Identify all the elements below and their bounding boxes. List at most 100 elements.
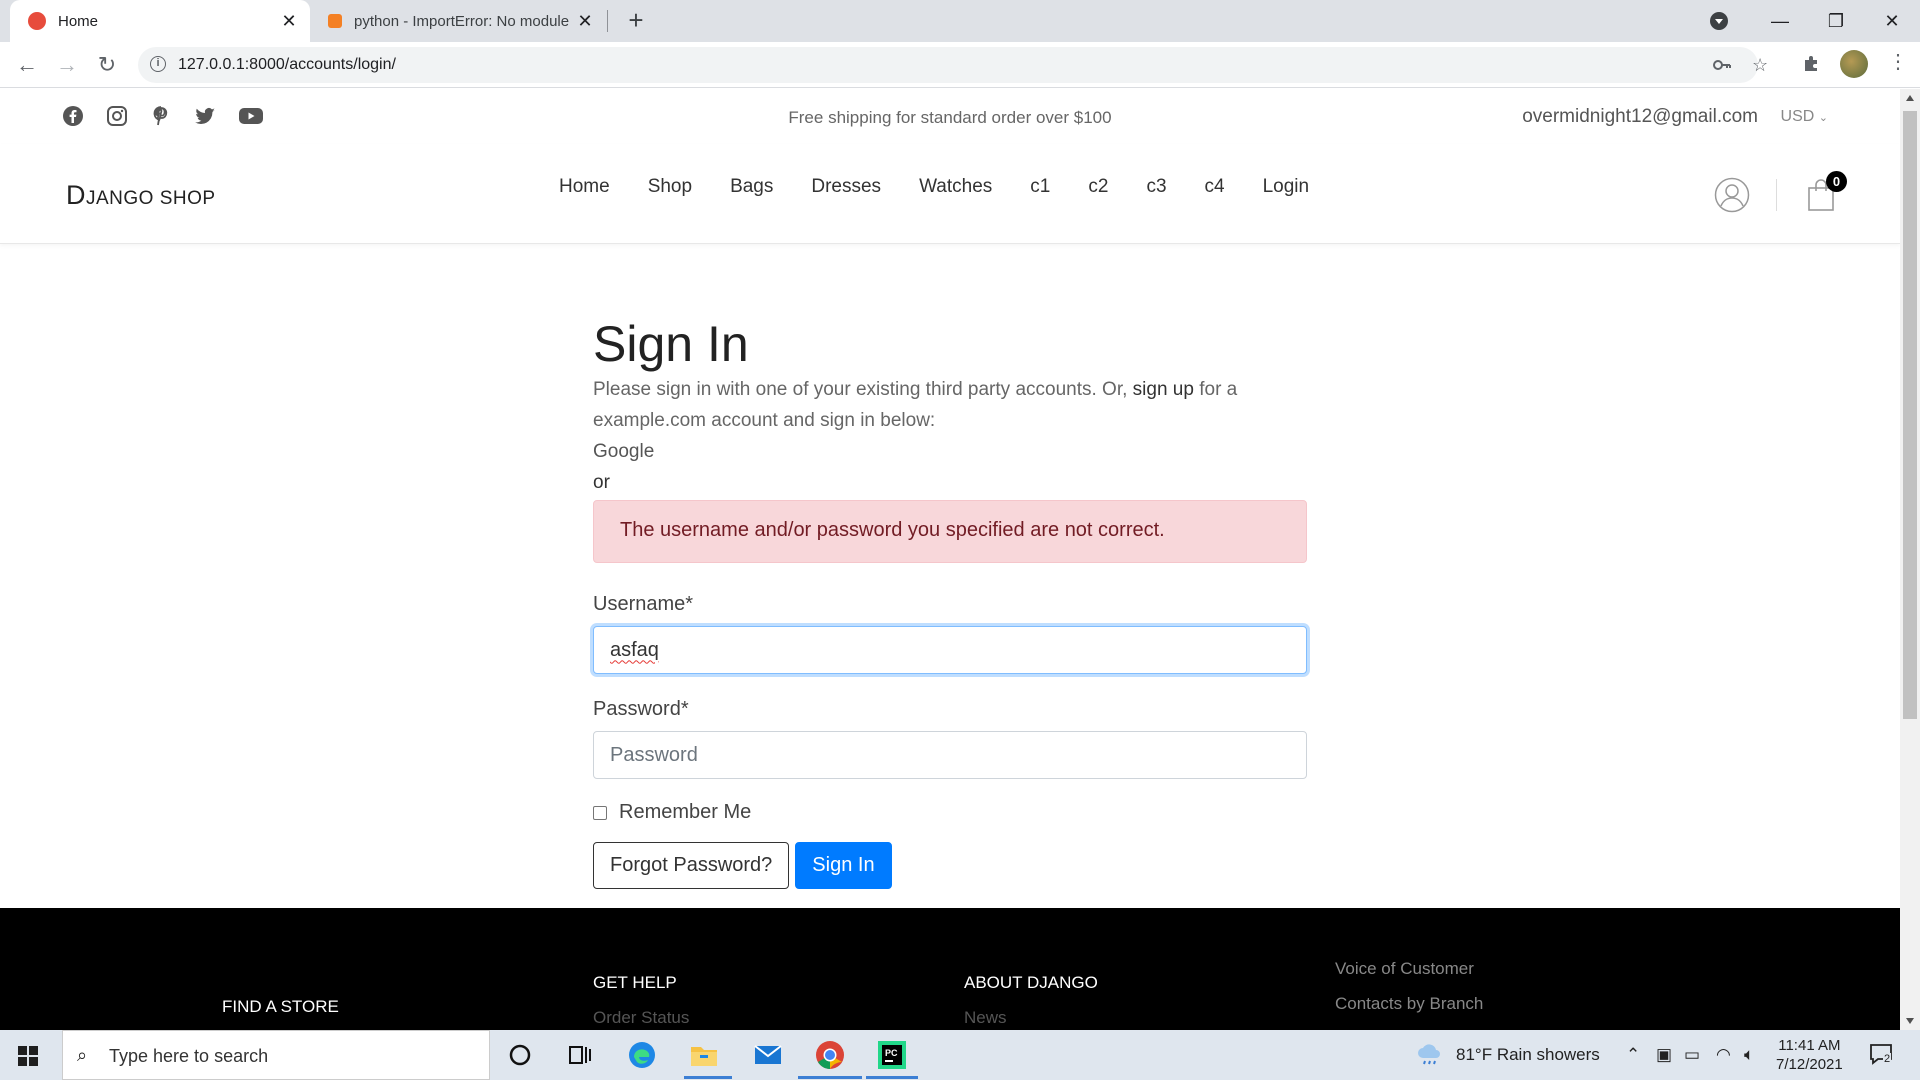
back-icon[interactable]: ←	[12, 50, 42, 80]
windows-start-icon[interactable]	[18, 1046, 38, 1066]
nav-c4[interactable]: c4	[1205, 176, 1225, 198]
footer-contacts-link[interactable]: Contacts by Branch	[1335, 994, 1483, 1014]
weather-icon[interactable]	[1416, 1042, 1444, 1071]
profile-avatar[interactable]	[1840, 50, 1868, 78]
scroll-down-icon[interactable]	[1906, 1018, 1914, 1024]
signin-intro: Please sign in with one of your existing…	[593, 374, 1307, 436]
new-tab-button[interactable]: +	[622, 6, 650, 34]
footer-news-link[interactable]: News	[964, 1008, 1007, 1028]
favicon-red-dot-icon	[28, 12, 46, 30]
key-icon[interactable]	[1712, 55, 1732, 80]
login-form-container: Sign In Please sign in with one of your …	[593, 314, 1307, 889]
username-input[interactable]: asfaq	[593, 626, 1307, 674]
password-placeholder: Password	[610, 743, 698, 766]
page-scrollbar[interactable]	[1900, 89, 1920, 1030]
address-bar[interactable]: i 127.0.0.1:8000/accounts/login/ ☆	[138, 47, 1768, 83]
scrollbar-thumb[interactable]	[1903, 111, 1917, 719]
browser-menu-icon[interactable]: ⋮	[1888, 52, 1908, 72]
forgot-password-button[interactable]: Forgot Password?	[593, 842, 790, 889]
site-info-icon[interactable]: i	[150, 56, 166, 72]
password-input[interactable]: Password	[593, 731, 1307, 779]
footer-voice-link[interactable]: Voice of Customer	[1335, 959, 1474, 979]
browser-tab-strip: Home ✕ python - ImportError: No module ✕…	[0, 0, 1920, 42]
chrome-icon[interactable]	[814, 1039, 846, 1071]
reload-icon[interactable]: ↻	[92, 50, 122, 80]
or-separator: or	[593, 472, 610, 493]
nav-dresses[interactable]: Dresses	[811, 176, 881, 198]
close-window-button[interactable]: ✕	[1864, 11, 1920, 32]
wifi-icon[interactable]: ◠	[1716, 1045, 1731, 1065]
weather-text[interactable]: 81°F Rain showers	[1456, 1045, 1600, 1065]
nav-watches[interactable]: Watches	[919, 176, 992, 198]
close-tab-icon[interactable]: ✕	[576, 11, 594, 32]
battery-icon[interactable]: ▭	[1684, 1045, 1700, 1065]
google-provider-link[interactable]: Google	[593, 436, 1307, 467]
remember-me: Remember Me	[593, 801, 1307, 824]
browser-toolbar: ← → ↻ i 127.0.0.1:8000/accounts/login/ ☆…	[0, 42, 1920, 88]
nav-home[interactable]: Home	[559, 176, 610, 198]
scroll-up-icon[interactable]	[1906, 95, 1914, 101]
meet-now-icon[interactable]: ▣	[1656, 1045, 1672, 1065]
chevron-up-icon[interactable]: ⌃	[1626, 1045, 1640, 1065]
extensions-icon[interactable]	[1802, 53, 1822, 78]
footer-order-status-link[interactable]: Order Status	[593, 1008, 689, 1028]
footer-find-store[interactable]: FIND A STORE	[222, 997, 339, 1017]
edge-icon[interactable]	[626, 1039, 658, 1071]
file-explorer-icon[interactable]	[688, 1039, 720, 1071]
nav-c2[interactable]: c2	[1088, 176, 1108, 198]
notifications-icon[interactable]: 2	[1868, 1041, 1894, 1072]
mail-icon[interactable]	[752, 1039, 784, 1071]
cortana-icon[interactable]	[504, 1039, 536, 1071]
windows-taskbar: ⌕ Type here to search PC 81°F Rain showe…	[0, 1030, 1920, 1080]
user-account-icon[interactable]	[1714, 177, 1750, 213]
task-view-icon[interactable]	[564, 1039, 596, 1071]
pycharm-icon[interactable]: PC	[876, 1039, 908, 1071]
footer-about-heading: ABOUT DJANGO	[964, 973, 1098, 992]
cart-count-badge: 0	[1826, 171, 1847, 192]
notification-count: 2	[1883, 1053, 1892, 1065]
tab-stackoverflow[interactable]: python - ImportError: No module ✕	[316, 0, 606, 42]
remember-me-label[interactable]: Remember Me	[619, 801, 751, 824]
account-email[interactable]: overmidnight12@gmail.com	[1522, 106, 1758, 128]
remember-me-checkbox[interactable]	[593, 805, 607, 820]
pycharm-active-indicator	[866, 1076, 918, 1079]
error-alert: The username and/or password you specifi…	[593, 500, 1307, 563]
site-logo[interactable]: DJANGO SHOP	[66, 180, 216, 211]
explorer-active-indicator	[684, 1076, 732, 1079]
stackoverflow-icon	[328, 14, 342, 28]
tab-home[interactable]: Home ✕	[10, 0, 310, 42]
bookmark-star-icon[interactable]: ☆	[1752, 55, 1768, 76]
forward-icon[interactable]: →	[52, 50, 82, 80]
currency-selector[interactable]: USD ⌄	[1781, 108, 1828, 126]
site-header: DJANGO SHOP Home Shop Bags Dresses Watch…	[0, 144, 1900, 244]
tab-title: Home	[58, 12, 99, 30]
tab-search-icon[interactable]	[1710, 12, 1728, 30]
chrome-active-indicator	[798, 1076, 862, 1079]
nav-c3[interactable]: c3	[1146, 176, 1166, 198]
sign-in-button[interactable]: Sign In	[795, 842, 892, 889]
close-tab-icon[interactable]: ✕	[280, 11, 298, 32]
search-icon: ⌕	[77, 1045, 88, 1065]
username-label: Username*	[593, 593, 694, 615]
taskbar-search-placeholder: Type here to search	[109, 1046, 269, 1066]
nav-shop[interactable]: Shop	[648, 176, 692, 198]
intro-text: Please sign in with one of your existing…	[593, 379, 1133, 400]
restore-button[interactable]: ❐	[1808, 11, 1864, 32]
footer-get-help-heading: GET HELP	[593, 973, 677, 992]
nav-login[interactable]: Login	[1263, 176, 1310, 198]
main-nav: Home Shop Bags Dresses Watches c1 c2 c3 …	[559, 176, 1309, 198]
page-title: Sign In	[593, 316, 749, 372]
top-info-strip: Free shipping for standard order over $1…	[0, 89, 1900, 144]
svg-text:PC: PC	[885, 1048, 898, 1058]
clock-time: 11:41 AM	[1778, 1037, 1841, 1054]
url-text[interactable]: 127.0.0.1:8000/accounts/login/	[178, 56, 396, 74]
tab-divider	[607, 10, 608, 32]
nav-bags[interactable]: Bags	[730, 176, 773, 198]
volume-icon[interactable]: 🔈︎	[1744, 1045, 1754, 1065]
nav-c1[interactable]: c1	[1030, 176, 1050, 198]
signup-link[interactable]: sign up	[1133, 379, 1194, 400]
taskbar-search[interactable]: ⌕ Type here to search	[62, 1030, 490, 1080]
currency-label: USD	[1780, 108, 1815, 125]
minimize-button[interactable]: —	[1752, 11, 1808, 32]
system-clock[interactable]: 11:41 AM 7/12/2021	[1776, 1036, 1843, 1074]
